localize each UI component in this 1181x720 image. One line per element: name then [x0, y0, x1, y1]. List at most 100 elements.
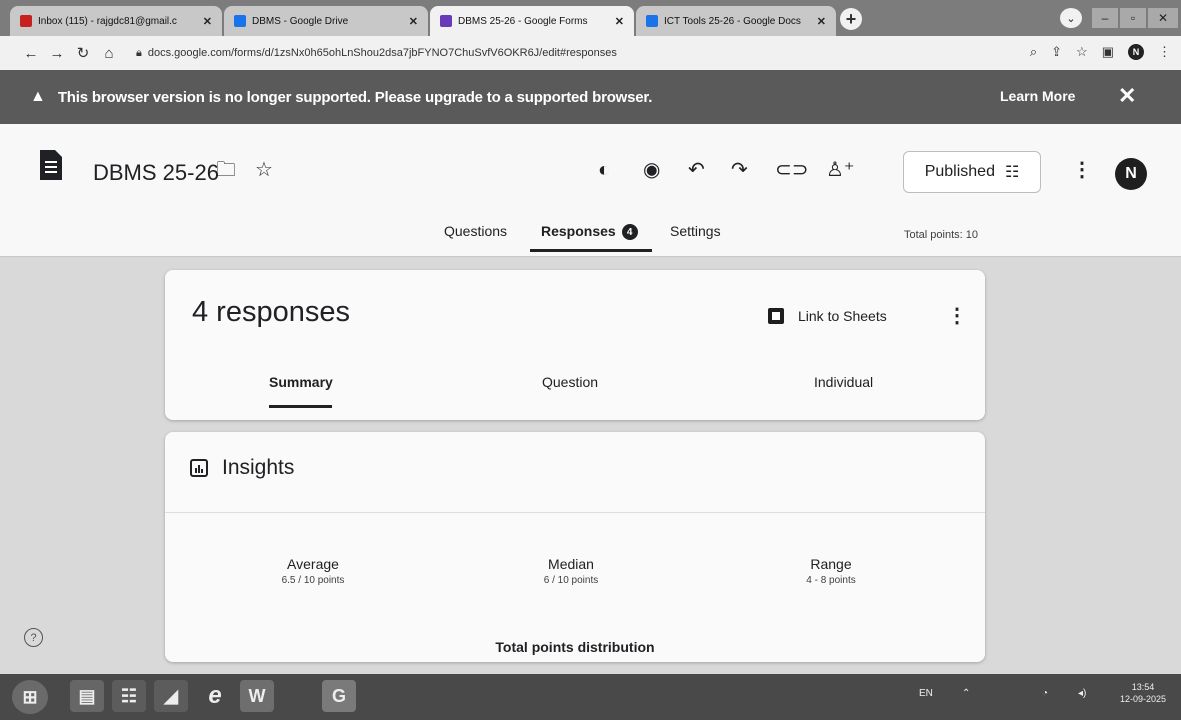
close-infobar-icon[interactable]: ✕	[1118, 83, 1136, 109]
active-tab-indicator	[530, 249, 652, 252]
maximize-button[interactable]: ▫	[1120, 8, 1146, 28]
home-icon[interactable]: ⌂	[96, 45, 122, 62]
close-tab-icon[interactable]: ✕	[203, 15, 212, 28]
divider	[165, 512, 985, 513]
zoom-icon[interactable]: ⌕	[1030, 44, 1037, 60]
average-stat: Average 6.5 / 10 points	[233, 556, 393, 586]
start-button[interactable]: ⊞	[12, 680, 48, 714]
average-label: Average	[287, 556, 339, 572]
active-subtab-indicator	[269, 405, 332, 408]
tab-responses-label: Responses	[541, 223, 616, 239]
system-clock[interactable]: 13:54 12-09-2025	[1120, 681, 1166, 705]
browser-menu-icon[interactable]: ⋮	[1158, 44, 1171, 60]
sheets-icon	[768, 308, 784, 324]
tab-settings[interactable]: Settings	[670, 223, 721, 239]
back-icon[interactable]: ←	[18, 45, 44, 62]
tab-questions[interactable]: Questions	[444, 223, 507, 239]
add-collaborator-icon[interactable]: ♙⁺	[826, 158, 855, 182]
address-bar: ← → ↻ ⌂ 🔒︎ docs.google.com/forms/d/1zsNx…	[0, 36, 1181, 70]
chrome-icon[interactable]: G	[322, 680, 356, 712]
microsoft-word-icon[interactable]: W	[240, 680, 274, 712]
clock-date: 12-09-2025	[1120, 694, 1167, 704]
forms-header: DBMS 25-26 🗀︎ ☆ ◐ ◉ ↶ ↷ ⊂⊃ ♙⁺ Published …	[0, 124, 1181, 257]
avatar[interactable]: N	[1115, 158, 1147, 190]
google-forms-icon[interactable]	[38, 148, 64, 182]
reload-icon[interactable]: ↻	[70, 44, 96, 62]
profile-icon[interactable]: N	[1128, 44, 1144, 60]
share-icon[interactable]: ⇪	[1051, 44, 1062, 60]
link-icon[interactable]: ⊂⊃	[775, 158, 809, 182]
bookmark-star-icon[interactable]: ☆	[1076, 44, 1088, 60]
median-stat: Median 6 / 10 points	[491, 556, 651, 586]
taskbar: ⊞ ▤ ☷ ◢ e W G EN ⌃ ◔ ◂) 13:54 12-09-2025	[0, 674, 1181, 720]
responses-menu-icon[interactable]: ⋮	[947, 306, 967, 326]
new-tab-button[interactable]: +	[840, 8, 862, 30]
tab-forms[interactable]: DBMS 25-26 - Google Forms ✕	[430, 6, 634, 36]
volume-icon[interactable]: ◂)	[1078, 688, 1086, 699]
palette-icon[interactable]: ◐	[598, 158, 610, 182]
language-indicator[interactable]: EN	[919, 688, 933, 699]
tray-expand-icon[interactable]: ⌃	[962, 688, 970, 699]
side-panel-icon[interactable]: ▣	[1102, 44, 1114, 60]
insights-title: Insights	[222, 456, 295, 479]
close-tab-icon[interactable]: ✕	[817, 15, 826, 28]
subtab-individual[interactable]: Individual	[814, 374, 873, 390]
responses-card: 4 responses Link to Sheets ⋮ Summary Que…	[165, 270, 985, 420]
close-tab-icon[interactable]: ✕	[409, 15, 418, 28]
tab-responses[interactable]: Responses 4	[541, 223, 638, 241]
insights-chart-icon	[190, 459, 208, 477]
google-drive-icon	[234, 15, 246, 27]
clock-time: 13:54	[1131, 682, 1155, 692]
redo-icon[interactable]: ↷	[731, 158, 748, 182]
folder-icon[interactable]: 🗀︎	[216, 158, 236, 182]
published-button[interactable]: Published ☷	[903, 151, 1041, 193]
learn-more-link[interactable]: Learn More	[1000, 88, 1075, 104]
preview-eye-icon[interactable]: ◉	[643, 158, 660, 182]
minimize-button[interactable]: –	[1092, 8, 1118, 28]
points-distribution-title: Total points distribution	[495, 639, 655, 655]
published-label: Published	[924, 163, 995, 180]
tab-title: ICT Tools 25-26 - Google Docs	[664, 15, 801, 27]
network-icon[interactable]: ◔	[1042, 688, 1048, 699]
subtab-question[interactable]: Question	[542, 374, 598, 390]
tab-docs[interactable]: ICT Tools 25-26 - Google Docs ✕	[636, 6, 836, 36]
responses-count: 4 responses	[192, 296, 350, 328]
subtab-summary[interactable]: Summary	[269, 374, 333, 390]
google-forms-icon	[440, 15, 452, 27]
forward-icon[interactable]: →	[44, 45, 70, 62]
tab-title: DBMS 25-26 - Google Forms	[458, 15, 588, 27]
url-text: docs.google.com/forms/d/1zsNx0h65ohLnSho…	[147, 47, 617, 59]
star-icon[interactable]: ☆	[255, 158, 273, 182]
close-window-button[interactable]: ✕	[1148, 8, 1178, 28]
undo-icon[interactable]: ↶	[688, 158, 705, 182]
link-to-sheets-label: Link to Sheets	[798, 308, 887, 324]
range-label: Range	[810, 556, 852, 572]
internet-explorer-icon[interactable]: e	[198, 680, 232, 712]
lock-icon: 🔒︎	[136, 46, 142, 59]
total-points: Total points: 10	[904, 229, 978, 241]
help-icon[interactable]: ?	[24, 628, 43, 647]
tab-gmail[interactable]: Inbox (115) - rajgdc81@gmail.c ✕	[10, 6, 222, 36]
tab-drive[interactable]: DBMS - Google Drive ✕	[224, 6, 428, 36]
browser-tab-strip: Inbox (115) - rajgdc81@gmail.c ✕ DBMS - …	[0, 0, 1181, 36]
unsupported-browser-infobar: ▲ This browser version is no longer supp…	[0, 70, 1181, 124]
median-label: Median	[548, 556, 594, 572]
libraries-icon[interactable]: ☷	[112, 680, 146, 712]
gmail-icon	[20, 15, 32, 27]
tab-title: Inbox (115) - rajgdc81@gmail.c	[38, 15, 177, 27]
range-value: 4 - 8 points	[806, 575, 856, 586]
form-title[interactable]: DBMS 25-26	[93, 160, 219, 186]
insights-card: Insights Average 6.5 / 10 points Median …	[165, 432, 985, 662]
media-player-icon[interactable]: ◢	[154, 680, 188, 712]
responses-count-badge: 4	[621, 224, 638, 241]
link-to-sheets-button[interactable]: Link to Sheets	[768, 308, 887, 324]
tab-search-icon[interactable]: ⌄	[1060, 8, 1082, 28]
url-field[interactable]: 🔒︎ docs.google.com/forms/d/1zsNx0h65ohLn…	[136, 44, 966, 62]
more-options-icon[interactable]: ⋮	[1072, 158, 1092, 182]
file-explorer-icon[interactable]: ▤	[70, 680, 104, 712]
warning-icon: ▲	[30, 88, 46, 105]
close-tab-icon[interactable]: ✕	[615, 15, 624, 28]
average-value: 6.5 / 10 points	[281, 575, 345, 586]
median-value: 6 / 10 points	[543, 575, 599, 586]
google-docs-icon	[646, 15, 658, 27]
